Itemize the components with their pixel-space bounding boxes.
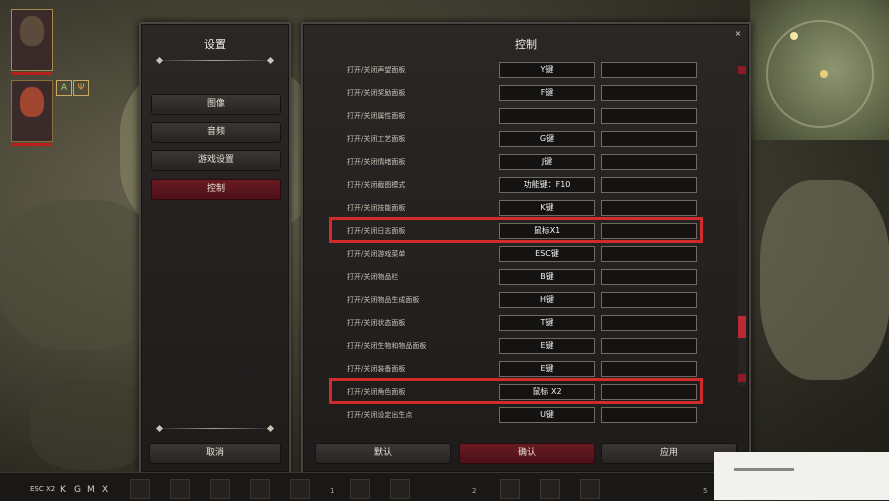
primary-key-slot[interactable]: ESC键: [499, 246, 595, 262]
keybinding-label: 打开/关闭技能面板: [347, 204, 406, 212]
overlay-line: [734, 468, 794, 471]
party-portrait-1[interactable]: [11, 9, 53, 75]
terrain-patch: [0, 200, 160, 350]
keybinding-label: 打开/关闭生物和物品面板: [347, 342, 427, 350]
health-bar: [12, 72, 52, 75]
controls-panel: 控制 × 打开/关闭声望面板 Y键 打开/关闭奖励面板 F键 打开/关闭属性面板 打开/关…: [301, 22, 751, 474]
secondary-key-slot[interactable]: [601, 269, 697, 285]
title-divider: [155, 60, 275, 61]
highlight-box: [329, 217, 703, 243]
terrain-patch: [30, 380, 150, 470]
default-button[interactable]: 默认: [315, 443, 451, 464]
hotbar-number: 1: [330, 487, 335, 495]
primary-key-slot[interactable]: Y键: [499, 62, 595, 78]
minimap-marker-icon: [790, 32, 798, 40]
cancel-button[interactable]: 取消: [149, 443, 281, 464]
highlight-box: [329, 378, 703, 404]
secondary-key-slot[interactable]: [601, 361, 697, 377]
keybinding-label: 打开/关闭情绪面板: [347, 158, 406, 166]
keybinding-label: 打开/关闭声望面板: [347, 66, 406, 74]
nav-gameplay-button[interactable]: 游戏设置: [151, 150, 281, 171]
primary-key-slot[interactable]: E键: [499, 338, 595, 354]
hotbar-key-label: ESC: [30, 485, 44, 493]
primary-key-slot[interactable]: J键: [499, 154, 595, 170]
party-portrait-2[interactable]: [11, 80, 53, 146]
secondary-key-slot[interactable]: [601, 154, 697, 170]
footer-divider: [155, 428, 275, 429]
corner-overlay: [714, 452, 889, 500]
settings-nav-panel: 设置 图像 音频 游戏设置 控制 取消: [139, 22, 291, 474]
keybinding-label: 打开/关闭游戏菜单: [347, 250, 406, 258]
portrait-face: [20, 16, 44, 46]
secondary-key-slot[interactable]: [601, 131, 697, 147]
hotbar-key-label: X2: [46, 485, 56, 493]
scroll-thumb[interactable]: [738, 316, 746, 338]
keybinding-label: 打开/关闭属性面板: [347, 112, 406, 120]
settings-title: 设置: [204, 38, 226, 51]
portrait-face: [20, 87, 44, 117]
secondary-key-slot[interactable]: [601, 108, 697, 124]
primary-key-slot[interactable]: G键: [499, 131, 595, 147]
close-icon[interactable]: ×: [733, 29, 743, 39]
secondary-key-slot[interactable]: [601, 62, 697, 78]
primary-key-slot[interactable]: [499, 108, 595, 124]
hotbar-slot[interactable]: [390, 479, 410, 499]
primary-key-slot[interactable]: F键: [499, 85, 595, 101]
secondary-key-slot[interactable]: [601, 85, 697, 101]
minimap-marker-icon: [820, 70, 828, 78]
keybinding-label: 打开/关闭状态面板: [347, 319, 406, 327]
primary-key-slot[interactable]: U键: [499, 407, 595, 423]
keybinding-label: 打开/关闭工艺面板: [347, 135, 406, 143]
scroll-up-icon[interactable]: [738, 66, 746, 74]
primary-key-slot[interactable]: B键: [499, 269, 595, 285]
secondary-key-slot[interactable]: [601, 338, 697, 354]
nav-graphics-button[interactable]: 图像: [151, 94, 281, 115]
hotbar-slot[interactable]: [350, 479, 370, 499]
hotbar-key-label: M: [87, 485, 95, 495]
hotbar-slot[interactable]: [540, 479, 560, 499]
health-bar: [12, 143, 52, 146]
hotbar-slot[interactable]: [250, 479, 270, 499]
terrain-patch: [760, 180, 889, 380]
primary-key-slot[interactable]: T键: [499, 315, 595, 331]
hotbar-slot[interactable]: [130, 479, 150, 499]
hotbar-key-label: X: [102, 485, 109, 495]
keybinding-label: 打开/关闭物品生成面板: [347, 296, 420, 304]
nav-controls-button[interactable]: 控制: [151, 179, 281, 200]
secondary-key-slot[interactable]: [601, 177, 697, 193]
status-effect-icon[interactable]: Ψ: [73, 80, 89, 96]
controls-title: 控制: [515, 38, 537, 51]
hotbar-key-label: G: [74, 485, 81, 495]
hotbar-slot[interactable]: [500, 479, 520, 499]
primary-key-slot[interactable]: H键: [499, 292, 595, 308]
primary-key-slot[interactable]: 功能键：F10: [499, 177, 595, 193]
primary-key-slot[interactable]: K键: [499, 200, 595, 216]
scroll-down-icon[interactable]: [738, 374, 746, 382]
secondary-key-slot[interactable]: [601, 246, 697, 262]
confirm-button[interactable]: 确认: [459, 443, 595, 464]
minimap[interactable]: [750, 0, 889, 140]
secondary-key-slot[interactable]: [601, 315, 697, 331]
secondary-key-slot[interactable]: [601, 292, 697, 308]
hotbar-slot[interactable]: [290, 479, 310, 499]
keybinding-label: 打开/关闭物品栏: [347, 273, 399, 281]
primary-key-slot[interactable]: E键: [499, 361, 595, 377]
hotbar-number: 2: [472, 487, 477, 495]
hotbar: ESC X2 K G M X 1 2 5: [0, 472, 714, 501]
hotbar-slot[interactable]: [170, 479, 190, 499]
secondary-key-slot[interactable]: [601, 200, 697, 216]
controls-scrollbar[interactable]: [738, 62, 746, 386]
hotbar-number: 5: [703, 487, 708, 495]
keybinding-label: 打开/关闭奖励面板: [347, 89, 406, 97]
secondary-key-slot[interactable]: [601, 407, 697, 423]
keybinding-label: 打开/关闭截图模式: [347, 181, 406, 189]
hotbar-slot[interactable]: [210, 479, 230, 499]
status-effect-icon[interactable]: A: [56, 80, 72, 96]
keybinding-label: 打开/关闭设定出生点: [347, 411, 413, 419]
keybinding-label: 打开/关闭装备面板: [347, 365, 406, 373]
hotbar-key-label: K: [60, 485, 66, 495]
hotbar-slot[interactable]: [580, 479, 600, 499]
nav-audio-button[interactable]: 音频: [151, 122, 281, 143]
